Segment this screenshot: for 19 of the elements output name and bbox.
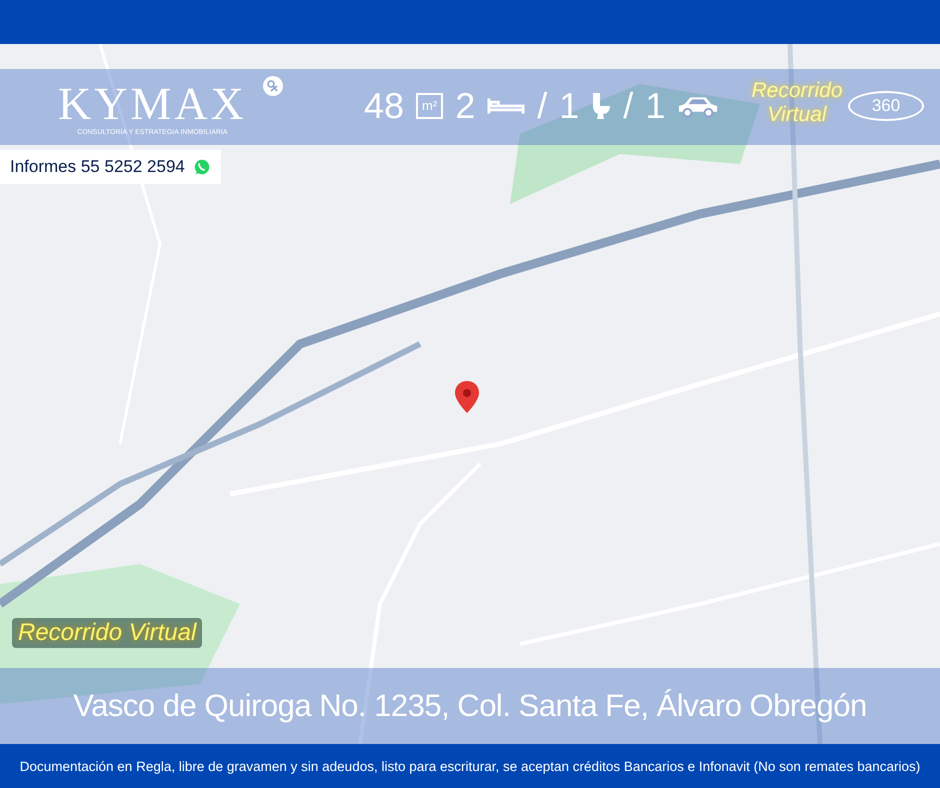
map-pin-icon bbox=[455, 381, 479, 413]
feature-value: 1 bbox=[645, 86, 666, 126]
virtual-tour-link[interactable]: Recorrido Virtual bbox=[750, 79, 844, 127]
bed-icon bbox=[487, 96, 526, 116]
360-view-button[interactable]: 360 bbox=[848, 91, 924, 121]
brand-logo: KYMAX bbox=[58, 81, 247, 127]
area-unit-icon: m² bbox=[416, 93, 444, 119]
logo-mark-icon bbox=[262, 75, 284, 97]
phone-text: Informes 55 5252 2594 bbox=[10, 157, 185, 177]
separator-text: / bbox=[623, 86, 634, 126]
virtual-tour-link[interactable]: Recorrido Virtual bbox=[12, 618, 202, 648]
chat-bubble-icon bbox=[192, 158, 211, 176]
separator-text: / bbox=[537, 86, 548, 126]
address-text: Vasco de Quiroga No. 1235, Col. Santa Fe, Álvaro Obregón bbox=[73, 688, 867, 724]
footer-text: Documentación en Regla, libre de gravamen y sin adeudos, listo para escriturar, se aceptan créditos Bancarios e Infonavit (No son remates bancarios) bbox=[20, 758, 920, 774]
feature-value: 2 bbox=[455, 86, 476, 126]
feature-value: 48 bbox=[364, 86, 404, 126]
feature-value: 1 bbox=[559, 86, 580, 126]
toilet-icon bbox=[591, 92, 612, 120]
